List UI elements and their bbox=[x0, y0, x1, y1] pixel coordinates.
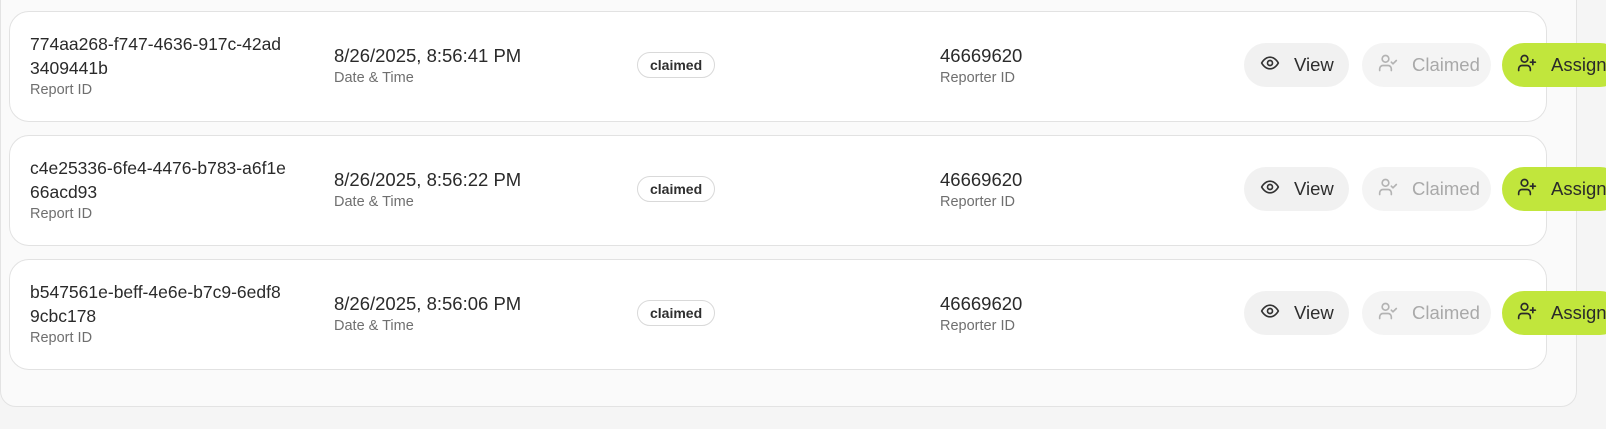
status-cell: claimed bbox=[637, 300, 716, 326]
claimed-button[interactable]: Claimed bbox=[1362, 291, 1491, 335]
user-plus-icon bbox=[1517, 301, 1537, 326]
report-id-value: 774aa268-f747-4636-917c-42ad3409441b bbox=[30, 34, 282, 78]
status-badge: claimed bbox=[637, 300, 716, 326]
report-id-value: b547561e-beff-4e6e-b7c9-6edf89cbc178 bbox=[30, 282, 281, 326]
user-check-icon bbox=[1378, 53, 1398, 78]
status-cell: claimed bbox=[637, 176, 716, 202]
assign-button-label: Assign bbox=[1551, 178, 1606, 199]
date-time-cell: 8/26/2025, 8:56:06 PM Date & Time bbox=[334, 292, 521, 336]
eye-icon bbox=[1260, 301, 1280, 326]
assign-button[interactable]: Assign bbox=[1502, 43, 1606, 87]
report-row: c4e25336-6fe4-4476-b783-a6f1e66acd93 Rep… bbox=[9, 135, 1606, 246]
date-time-value: 8/26/2025, 8:56:06 PM bbox=[334, 293, 522, 314]
user-plus-icon bbox=[1517, 177, 1537, 202]
claimed-button-label: Claimed bbox=[1412, 178, 1480, 199]
report-id-cell: 774aa268-f747-4636-917c-42ad3409441b Rep… bbox=[30, 32, 290, 100]
date-time-label: Date & Time bbox=[334, 194, 414, 210]
user-plus-icon bbox=[1517, 53, 1537, 78]
reporter-id-label: Reporter ID bbox=[940, 194, 1015, 210]
reporter-id-cell: 46669620 Reporter ID bbox=[940, 44, 1022, 88]
assign-button-label: Assign bbox=[1551, 54, 1606, 75]
date-time-cell: 8/26/2025, 8:56:41 PM Date & Time bbox=[334, 44, 521, 88]
status-cell: claimed bbox=[637, 52, 716, 78]
assign-button[interactable]: Assign bbox=[1502, 167, 1606, 211]
claimed-button[interactable]: Claimed bbox=[1362, 43, 1491, 87]
view-button[interactable]: View bbox=[1244, 291, 1349, 335]
reporter-id-label: Reporter ID bbox=[940, 318, 1015, 334]
eye-icon bbox=[1260, 53, 1280, 78]
user-check-icon bbox=[1378, 177, 1398, 202]
view-button-label: View bbox=[1294, 302, 1334, 323]
reports-panel: 774aa268-f747-4636-917c-42ad3409441b Rep… bbox=[0, 0, 1606, 407]
report-id-label: Report ID bbox=[30, 206, 93, 222]
assign-button[interactable]: Assign bbox=[1502, 291, 1606, 335]
date-time-value: 8/26/2025, 8:56:41 PM bbox=[334, 45, 522, 66]
report-row: b547561e-beff-4e6e-b7c9-6edf89cbc178 Rep… bbox=[9, 259, 1606, 370]
claimed-button-label: Claimed bbox=[1412, 54, 1480, 75]
date-time-label: Date & Time bbox=[334, 70, 414, 86]
report-id-cell: c4e25336-6fe4-4476-b783-a6f1e66acd93 Rep… bbox=[30, 156, 290, 224]
reporter-id-value: 46669620 bbox=[940, 45, 1023, 66]
report-id-value: c4e25336-6fe4-4476-b783-a6f1e66acd93 bbox=[30, 158, 286, 202]
user-check-icon bbox=[1378, 301, 1398, 326]
status-badge: claimed bbox=[637, 176, 716, 202]
date-time-label: Date & Time bbox=[334, 318, 414, 334]
reporter-id-value: 46669620 bbox=[940, 169, 1023, 190]
claimed-button[interactable]: Claimed bbox=[1362, 167, 1491, 211]
date-time-cell: 8/26/2025, 8:56:22 PM Date & Time bbox=[334, 168, 521, 212]
reporter-id-cell: 46669620 Reporter ID bbox=[940, 292, 1022, 336]
date-time-value: 8/26/2025, 8:56:22 PM bbox=[334, 169, 522, 190]
claimed-button-label: Claimed bbox=[1412, 302, 1480, 323]
report-id-label: Report ID bbox=[30, 82, 93, 98]
assign-button-label: Assign bbox=[1551, 302, 1606, 323]
reporter-id-value: 46669620 bbox=[940, 293, 1023, 314]
view-button[interactable]: View bbox=[1244, 43, 1349, 87]
report-row: 774aa268-f747-4636-917c-42ad3409441b Rep… bbox=[9, 11, 1606, 122]
report-id-label: Report ID bbox=[30, 330, 93, 346]
reporter-id-label: Reporter ID bbox=[940, 70, 1015, 86]
reporter-id-cell: 46669620 Reporter ID bbox=[940, 168, 1022, 212]
status-badge: claimed bbox=[637, 52, 716, 78]
eye-icon bbox=[1260, 177, 1280, 202]
report-id-cell: b547561e-beff-4e6e-b7c9-6edf89cbc178 Rep… bbox=[30, 280, 290, 348]
view-button-label: View bbox=[1294, 54, 1334, 75]
view-button-label: View bbox=[1294, 178, 1334, 199]
view-button[interactable]: View bbox=[1244, 167, 1349, 211]
